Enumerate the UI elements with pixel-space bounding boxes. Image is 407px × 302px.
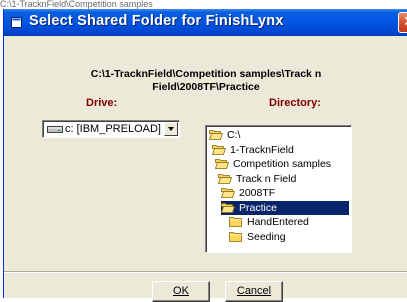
chevron-down-icon[interactable] <box>164 122 178 136</box>
hard-drive-icon <box>47 126 63 133</box>
directory-item-label: C:\ <box>227 129 241 141</box>
folder-icon <box>229 231 243 242</box>
ok-button-label: OK <box>173 285 189 297</box>
open-folder-icon <box>208 129 224 140</box>
button-divider <box>4 271 407 273</box>
open-folder-icon <box>211 144 227 155</box>
directory-item-label: Track n Field <box>236 172 297 185</box>
drive-select-value: c: [IBM_PRELOAD] <box>65 123 161 135</box>
ok-button[interactable]: OK <box>152 281 210 302</box>
directory-item-label: 2008TF <box>239 187 276 199</box>
cancel-button[interactable]: Cancel <box>225 281 283 302</box>
open-folder-icon <box>214 158 230 169</box>
directory-item-label: HandEntered <box>247 216 309 228</box>
drive-select[interactable]: c: [IBM_PRELOAD] <box>42 120 180 138</box>
directory-item-label: Practice <box>239 201 277 214</box>
directory-list[interactable]: C:\ 1-TracknField Competition samples Track… <box>205 125 352 253</box>
select-folder-dialog: Select Shared Folder for FinishLynx ✕ C:… <box>3 9 407 302</box>
open-folder-icon <box>217 173 233 184</box>
current-path-label: C:\1-TracknField\Competition samples\Tra… <box>90 68 322 93</box>
open-folder-icon <box>220 187 236 198</box>
open-folder-icon <box>220 202 236 213</box>
cancel-button-label: Cancel <box>236 285 272 297</box>
directory-item-label: Seeding <box>247 230 286 243</box>
window-icon[interactable] <box>11 17 22 28</box>
dialog-title: Select Shared Folder for FinishLynx <box>29 13 284 29</box>
close-icon: ✕ <box>403 13 407 30</box>
directory-item-label: Competition samples <box>233 158 332 170</box>
directory-label: Directory: <box>269 97 321 109</box>
drive-label: Drive: <box>86 97 118 109</box>
directory-item[interactable]: Practice <box>220 200 349 215</box>
directory-item-label: 1-TracknField <box>230 143 294 156</box>
title-bar[interactable]: Select Shared Folder for FinishLynx ✕ <box>4 9 407 36</box>
close-button[interactable]: ✕ <box>398 12 407 33</box>
folder-icon <box>229 216 243 227</box>
